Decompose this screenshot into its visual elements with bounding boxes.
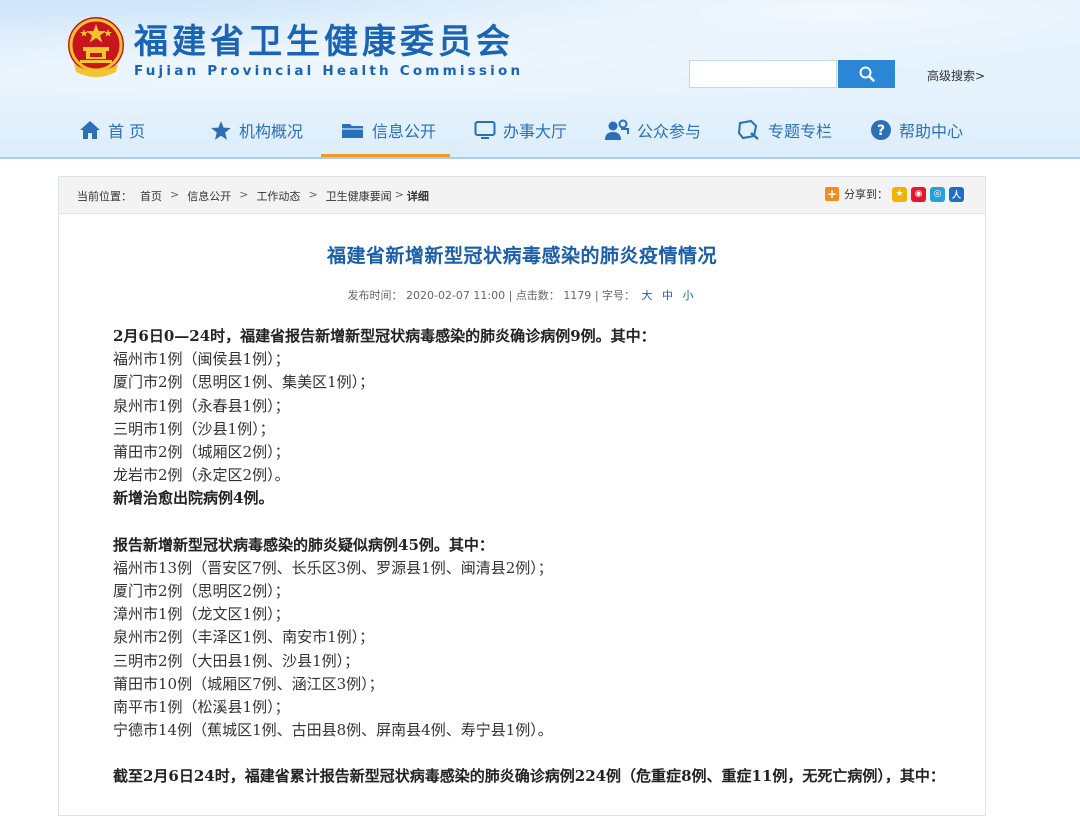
breadcrumb-prefix: 当前位置： bbox=[77, 190, 132, 203]
site-header: 福建省卫生健康委员会 Fujian Provincial Health Comm… bbox=[0, 0, 1080, 159]
list-item: 泉州市1例（永春县1例）； bbox=[113, 396, 290, 415]
font-size-medium-button[interactable]: 中 bbox=[662, 289, 673, 302]
nav-label-organization: 机构概况 bbox=[239, 122, 304, 141]
breadcrumb-separator: > bbox=[170, 188, 180, 201]
nav-item-special-topics[interactable]: 专题专栏 bbox=[737, 105, 832, 155]
breadcrumb-link-work-news[interactable]: 工作动态 bbox=[256, 188, 300, 204]
share-plus-icon[interactable]: + bbox=[825, 187, 839, 201]
folder-icon bbox=[342, 124, 363, 138]
list-item: 莆田市10例（城厢区7例、涵江区3例）； bbox=[113, 674, 384, 693]
nav-item-organization[interactable]: 机构概况 bbox=[210, 105, 303, 155]
main-nav: 首 页 机构概况 信息公开 办事大厅 公众参与 专题专栏 ? 帮助中心 bbox=[0, 105, 1080, 157]
list-item: 厦门市2例（思明区1例、集美区1例）； bbox=[113, 373, 375, 392]
national-emblem-logo bbox=[68, 17, 124, 77]
site-subtitle: Fujian Provincial Health Commission bbox=[134, 63, 524, 79]
breadcrumb-current: 详细 bbox=[406, 190, 429, 203]
breadcrumb-separator: > bbox=[394, 188, 404, 201]
nav-label-info-disclosure: 信息公开 bbox=[372, 122, 437, 141]
star-icon bbox=[211, 120, 231, 140]
breadcrumb-link-health-news[interactable]: 卫生健康要闻 bbox=[326, 188, 392, 204]
svg-text:?: ? bbox=[877, 123, 885, 139]
breadcrumb-link-home[interactable]: 首页 bbox=[140, 188, 162, 204]
search-icon bbox=[859, 66, 875, 82]
meta-divider: | bbox=[594, 289, 603, 302]
weibo-share-icon[interactable]: ◉ bbox=[911, 186, 926, 202]
breadcrumb-separator: > bbox=[308, 188, 318, 201]
nav-label-service-hall: 办事大厅 bbox=[503, 122, 568, 141]
list-item: 龙岩市2例（永定区2例）。 bbox=[113, 466, 290, 485]
meta-divider: | bbox=[508, 289, 516, 302]
font-size-small-button[interactable]: 小 bbox=[683, 289, 694, 302]
nav-label-special-topics: 专题专栏 bbox=[768, 122, 833, 141]
nav-label-home: 首 页 bbox=[108, 122, 146, 141]
nav-item-help-center[interactable]: ? 帮助中心 bbox=[870, 105, 963, 155]
click-count: 1179 bbox=[563, 289, 592, 302]
nav-item-home[interactable]: 首 页 bbox=[79, 105, 145, 155]
site-title: 福建省卫生健康委员会 bbox=[134, 22, 514, 62]
paragraph-suspected-summary: 报告新增新型冠状病毒感染的肺炎疑似病例45例。其中： bbox=[113, 535, 494, 554]
article-title: 福建省新增新型冠状病毒感染的肺炎疫情情况 bbox=[326, 245, 717, 267]
breadcrumb-link-info-disclosure[interactable]: 信息公开 bbox=[187, 188, 231, 204]
article-panel: 当前位置： 首页 > 信息公开 > 工作动态 > 卫生健康要闻 > 详细 + 分… bbox=[58, 176, 986, 816]
list-item: 宁德市14例（蕉城区1例、古田县8例、屏南县4例、寿宁县1例）。 bbox=[113, 721, 553, 740]
breadcrumb: 当前位置： 首页 > 信息公开 > 工作动态 > 卫生健康要闻 > 详细 bbox=[77, 188, 429, 204]
tencent-share-icon[interactable]: ◎ bbox=[930, 186, 945, 202]
search-button[interactable] bbox=[838, 60, 895, 88]
share-label: 分享到： bbox=[844, 188, 888, 201]
people-icon bbox=[605, 119, 629, 140]
click-count-label: 点击数： bbox=[515, 289, 560, 302]
list-item: 福州市1例（闽侯县1例）； bbox=[113, 350, 290, 369]
publish-date: 2020-02-07 11:00 bbox=[405, 289, 506, 302]
list-item: 漳州市1例（龙文区1例）； bbox=[113, 605, 290, 624]
search-input[interactable] bbox=[689, 60, 837, 88]
list-item: 三明市1例（沙县1例）； bbox=[113, 419, 275, 438]
font-size-label: 字号： bbox=[602, 289, 636, 302]
breadcrumb-bar: 当前位置： 首页 > 信息公开 > 工作动态 > 卫生健康要闻 > 详细 + 分… bbox=[59, 177, 985, 214]
paragraph-recovered: 新增治愈出院病例4例。 bbox=[113, 489, 274, 508]
publish-date-label: 发布时间： bbox=[347, 289, 403, 302]
qzone-share-icon[interactable]: ★ bbox=[892, 186, 907, 202]
nav-item-info-disclosure[interactable]: 信息公开 bbox=[320, 105, 451, 157]
topic-icon bbox=[737, 119, 759, 140]
breadcrumb-separator: > bbox=[239, 188, 249, 201]
paragraph-cumulative-summary: 截至2月6日24时，福建省累计报告新型冠状病毒感染的肺炎确诊病例224例（危重症… bbox=[113, 767, 945, 786]
list-item: 厦门市2例（思明区2例）； bbox=[113, 582, 290, 601]
font-size-large-button[interactable]: 大 bbox=[642, 289, 653, 302]
nav-item-public-participation[interactable]: 公众参与 bbox=[604, 105, 701, 155]
renren-share-icon[interactable]: 人 bbox=[949, 186, 964, 202]
article-body: 2月6日0—24时，福建省报告新增新型冠状病毒感染的肺炎确诊病例9例。其中： 福… bbox=[113, 325, 973, 789]
help-icon: ? bbox=[871, 120, 891, 140]
share-bar: + 分享到： ★ ◉ ◎ 人 bbox=[825, 186, 964, 202]
list-item: 南平市1例（松溪县1例）； bbox=[113, 698, 290, 717]
list-item: 莆田市2例（城厢区2例）； bbox=[113, 443, 290, 462]
monitor-icon bbox=[474, 121, 496, 139]
paragraph-confirmed-summary: 2月6日0—24时，福建省报告新增新型冠状病毒感染的肺炎确诊病例9例。其中： bbox=[113, 327, 656, 345]
nav-label-public-participation: 公众参与 bbox=[637, 122, 702, 141]
list-item: 三明市2例（大田县1例、沙县1例）； bbox=[113, 651, 360, 670]
nav-item-service-hall[interactable]: 办事大厅 bbox=[474, 105, 567, 155]
nav-label-help-center: 帮助中心 bbox=[899, 122, 964, 141]
article-meta: 发布时间： 2020-02-07 11:00 | 点击数： 1179 | 字号：… bbox=[59, 287, 985, 303]
home-icon bbox=[80, 121, 100, 139]
list-item: 泉州市2例（丰泽区1例、南安市1例）； bbox=[113, 628, 375, 647]
list-item: 福州市13例（晋安区7例、长乐区3例、罗源县1例、闽清县2例）； bbox=[113, 558, 553, 577]
advanced-search-link[interactable]: 高级搜索> bbox=[927, 67, 985, 84]
